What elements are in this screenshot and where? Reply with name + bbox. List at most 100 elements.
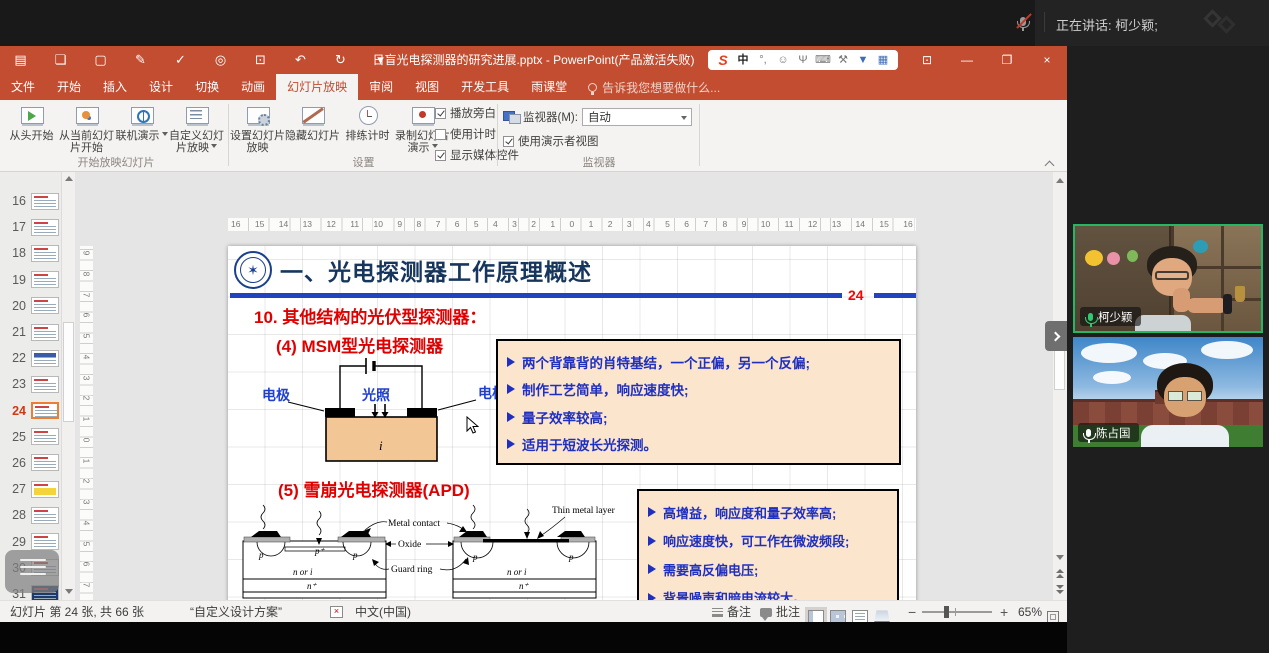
- vertical-ruler[interactable]: 9876543210123456789: [80, 246, 93, 634]
- thumbnail-image: [31, 219, 59, 236]
- zoom-in-button[interactable]: +: [1000, 601, 1008, 623]
- tab-home[interactable]: 开始: [46, 74, 92, 100]
- punctuation-icon[interactable]: °,: [754, 50, 772, 70]
- msm-points-box[interactable]: 两个背靠背的肖特基结，一个正偏，另一个反偏; 制作工艺简单，响应速度快; 量子效…: [496, 339, 901, 465]
- muted-mic-icon[interactable]: [1016, 13, 1032, 33]
- slide-thumbnail[interactable]: 17: [0, 214, 61, 240]
- tab-slideshow[interactable]: 幻灯片放映: [276, 74, 358, 100]
- slide-thumbnail[interactable]: 20: [0, 293, 61, 319]
- slide-number-indicator[interactable]: 幻灯片 第 24 张, 共 66 张: [10, 601, 144, 623]
- tab-view[interactable]: 视图: [404, 74, 450, 100]
- language-indicator[interactable]: 中文(中国): [355, 601, 411, 623]
- input-mode-icon[interactable]: 中: [734, 50, 752, 70]
- hide-slide-button[interactable]: 隐藏幻灯片: [285, 102, 340, 154]
- slideshow-icon[interactable]: ⊡: [252, 46, 269, 74]
- tab-animations[interactable]: 动画: [230, 74, 276, 100]
- voice-input-icon[interactable]: Ψ: [794, 50, 812, 70]
- horizontal-ruler[interactable]: 1615141312111098765432101234567891011121…: [228, 218, 916, 231]
- toy-duck: [1085, 250, 1103, 266]
- bullet-arrow-icon: [648, 507, 656, 517]
- restore-button[interactable]: ❐: [987, 46, 1027, 74]
- collapse-video-panel-button[interactable]: [1045, 321, 1067, 351]
- slide-thumbnail[interactable]: 21: [0, 319, 61, 345]
- slide-thumbnail[interactable]: 28: [0, 502, 61, 528]
- undo-icon[interactable]: ↶: [292, 46, 309, 74]
- scroll-up-icon[interactable]: [65, 176, 73, 181]
- slide-thumbnail[interactable]: 23: [0, 371, 61, 397]
- keyboard-icon[interactable]: ⌨: [814, 50, 832, 70]
- ime-toolbar[interactable]: S中°,☺Ψ⌨⚒▼▦: [708, 50, 898, 70]
- floating-meeting-widget[interactable]: [5, 550, 59, 593]
- grid-icon[interactable]: ▦: [874, 50, 892, 70]
- slideshow-screen-icon: [74, 104, 100, 128]
- thumbnail-scrollbar[interactable]: [62, 172, 75, 600]
- close-button[interactable]: ×: [1027, 46, 1067, 74]
- scroll-down-icon[interactable]: [1056, 555, 1064, 560]
- video-tile-active-speaker[interactable]: 柯少颖: [1073, 224, 1263, 333]
- tab-insert[interactable]: 插入: [92, 74, 138, 100]
- p-label: p: [472, 552, 478, 562]
- rehearse-timings-button[interactable]: 排练计时: [340, 102, 395, 154]
- from-beginning-button[interactable]: 从头开始: [4, 102, 59, 154]
- slide-thumbnail[interactable]: 26: [0, 450, 61, 476]
- skin-icon[interactable]: ▼: [854, 50, 872, 70]
- slide-canvas[interactable]: 一、光电探测器工作原理概述 24 10. 其他结构的光伏型探测器： (4) MS…: [228, 246, 916, 634]
- comments-button[interactable]: 批注: [760, 601, 800, 623]
- notes-button[interactable]: 备注: [712, 601, 751, 623]
- slide-thumbnail[interactable]: 22: [0, 345, 61, 371]
- zoom-out-button[interactable]: −: [908, 601, 916, 623]
- screen: 正在讲话: 柯少颖; ▤❏▢✎✓◎⊡↶↻▾ 日盲光电探测器的研究进展.pptx …: [0, 0, 1269, 653]
- monitor-select[interactable]: 自动: [582, 108, 692, 126]
- slide-thumbnail[interactable]: 18: [0, 240, 61, 266]
- tab-review[interactable]: 审阅: [358, 74, 404, 100]
- notes-icon: [712, 608, 723, 617]
- zoom-level[interactable]: 65%: [1018, 601, 1042, 623]
- slide-thumbnail[interactable]: 16: [0, 188, 61, 214]
- tab-rain-classroom[interactable]: 雨课堂: [520, 74, 578, 100]
- toolbox-icon[interactable]: ⚒: [834, 50, 852, 70]
- ribbon-display-options-button[interactable]: ⊡: [907, 46, 947, 74]
- slide-thumbnail[interactable]: 25: [0, 424, 61, 450]
- lightbulb-icon: [588, 83, 597, 92]
- tab-file[interactable]: 文件: [0, 74, 46, 100]
- zoom-slider-thumb[interactable]: [944, 606, 949, 618]
- open-icon[interactable]: ❏: [52, 46, 69, 74]
- spelling-icon[interactable]: ✓: [172, 46, 189, 74]
- sogou-logo-icon[interactable]: S: [714, 50, 732, 70]
- n-or-i-label: n or i: [293, 567, 313, 577]
- apd-points-box[interactable]: 高增益，响应度和量子效率高; 响应速度快，可工作在微波频段; 需要高反偏电压;: [637, 489, 899, 615]
- collapse-ribbon-button[interactable]: [1046, 160, 1055, 166]
- setup-slideshow-button[interactable]: 设置幻灯片放映: [230, 102, 285, 154]
- minimize-button[interactable]: —: [947, 46, 987, 74]
- slide-thumbnail[interactable]: 27: [0, 476, 61, 502]
- presenter-view-checkbox[interactable]: 使用演示者视图: [503, 133, 599, 149]
- next-slide-button[interactable]: [1056, 585, 1064, 594]
- bullet-item: 需要高反偏电压;: [648, 555, 897, 584]
- previous-slide-button[interactable]: [1056, 569, 1064, 578]
- tab-design[interactable]: 设计: [138, 74, 184, 100]
- present-online-button[interactable]: 联机演示: [114, 102, 169, 154]
- emoji-icon[interactable]: ☺: [774, 50, 792, 70]
- slide-thumbnail[interactable]: 19: [0, 267, 61, 293]
- save-icon[interactable]: ▤: [12, 46, 29, 74]
- tab-developer[interactable]: 开发工具: [450, 74, 520, 100]
- tell-me-box[interactable]: 告诉我您想要做什么...: [588, 74, 720, 100]
- scroll-up-icon[interactable]: [1056, 178, 1064, 183]
- ink-pen-icon[interactable]: ✎: [132, 46, 149, 74]
- print-preview-icon[interactable]: ◎: [212, 46, 229, 74]
- slide-thumbnail[interactable]: 24: [0, 398, 61, 424]
- redo-icon[interactable]: ↻: [332, 46, 349, 74]
- scrollbar-thumb[interactable]: [63, 322, 74, 422]
- custom-slideshow-button[interactable]: 自定义幻灯片放映: [169, 102, 224, 154]
- customize-qat-icon[interactable]: ▾: [372, 46, 389, 74]
- tab-transitions[interactable]: 切换: [184, 74, 230, 100]
- from-current-slide-button[interactable]: 从当前幻灯片开始: [59, 102, 114, 154]
- vertical-scrollbar[interactable]: [1053, 172, 1067, 600]
- scroll-down-icon[interactable]: [65, 589, 73, 594]
- ribbon-group-setup: 设置幻灯片放映 隐藏幻灯片 排练计时: [230, 100, 497, 171]
- new-icon[interactable]: ▢: [92, 46, 109, 74]
- spell-check-icon[interactable]: [330, 606, 343, 618]
- theme-indicator[interactable]: “自定义设计方案”: [190, 601, 282, 623]
- video-tile[interactable]: 陈占国: [1073, 337, 1263, 447]
- zoom-slider[interactable]: [922, 611, 992, 613]
